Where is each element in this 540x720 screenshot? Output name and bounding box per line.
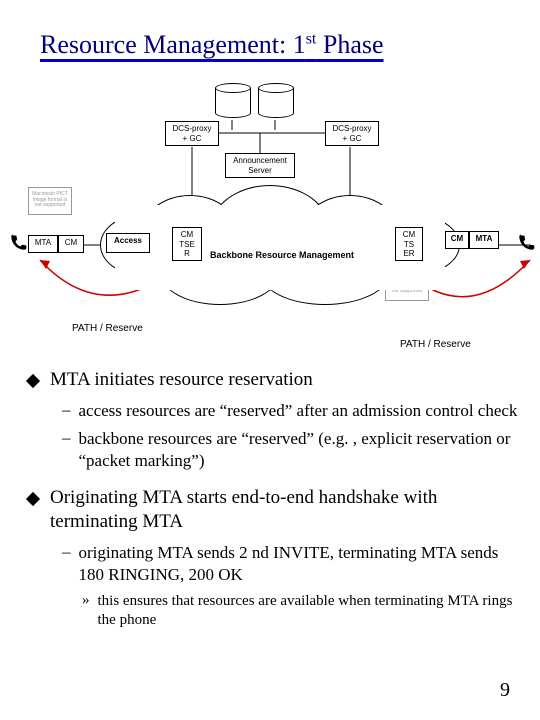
title-sup: st bbox=[306, 30, 317, 47]
bullet-1: MTA initiates resource reservation bbox=[20, 368, 520, 392]
bullet-1-text: MTA initiates resource reservation bbox=[50, 368, 313, 392]
bullet-2-sub-1: – originating MTA sends 2 nd INVITE, ter… bbox=[62, 542, 520, 586]
database-icon-left bbox=[215, 83, 251, 121]
content-area: MTA initiates resource reservation – acc… bbox=[20, 360, 520, 635]
phone-icon bbox=[516, 233, 536, 253]
diamond-bullet-icon bbox=[26, 492, 40, 506]
cm-left-box: CM bbox=[58, 235, 84, 253]
bullet-2-text: Originating MTA starts end-to-end handsh… bbox=[50, 486, 520, 534]
chevron-icon: » bbox=[82, 592, 90, 609]
bullet-1-sub-1-text: access resources are “reserved” after an… bbox=[79, 400, 518, 422]
diamond-bullet-icon bbox=[26, 374, 40, 388]
bullet-2-sub-1-sub-1-text: this ensures that resources are availabl… bbox=[98, 592, 521, 631]
dash-icon: – bbox=[62, 428, 71, 448]
dash-icon: – bbox=[62, 400, 71, 420]
path-reserve-left-label: PATH / Reserve bbox=[72, 323, 143, 334]
mta-right-box: MTA bbox=[469, 231, 499, 249]
pict-placeholder-icon: Macintosh PICT image format is not suppo… bbox=[28, 187, 72, 215]
cm-ts-er-right-box: CM TS ER bbox=[395, 227, 423, 261]
backbone-label: Backbone Resource Management bbox=[210, 250, 354, 260]
access-left-box: Access bbox=[106, 233, 150, 253]
cm-tse-r-left-box: CM TSE R bbox=[172, 227, 202, 261]
title-text-1: Resource Management: 1 bbox=[40, 30, 306, 59]
path-reserve-right-label: PATH / Reserve bbox=[400, 339, 471, 350]
bullet-2-sub-1-sub-1: » this ensures that resources are availa… bbox=[82, 592, 520, 631]
database-icon-right bbox=[258, 83, 294, 121]
bullet-1-sub-2-text: backbone resources are “reserved” (e.g. … bbox=[79, 428, 521, 472]
mta-left-box: MTA bbox=[28, 235, 58, 253]
cm-right-box: CM bbox=[445, 231, 469, 249]
dash-icon: – bbox=[62, 542, 71, 562]
bullet-1-sub-1: – access resources are “reserved” after … bbox=[62, 400, 520, 422]
dcs-proxy-left-box: DCS-proxy + GC bbox=[165, 121, 219, 146]
page-number: 9 bbox=[500, 679, 510, 702]
title-text-2: Phase bbox=[316, 30, 383, 59]
network-diagram: DCS-proxy + GC DCS-proxy + GC Announceme… bbox=[0, 75, 540, 355]
bullet-2-sub-1-text: originating MTA sends 2 nd INVITE, termi… bbox=[79, 542, 521, 586]
bullet-2: Originating MTA starts end-to-end handsh… bbox=[20, 486, 520, 534]
bullet-1-sub-2: – backbone resources are “reserved” (e.g… bbox=[62, 428, 520, 472]
announcement-server-box: Announcement Server bbox=[225, 153, 295, 178]
slide-title: Resource Management: 1st Phase bbox=[0, 0, 540, 68]
dcs-proxy-right-box: DCS-proxy + GC bbox=[325, 121, 379, 146]
phone-icon bbox=[8, 233, 28, 253]
